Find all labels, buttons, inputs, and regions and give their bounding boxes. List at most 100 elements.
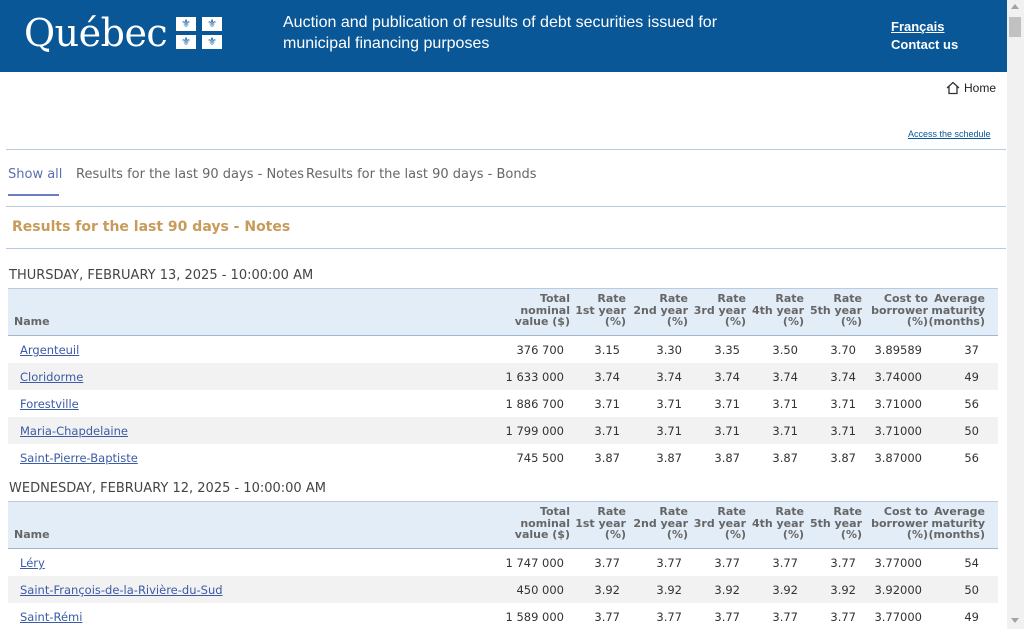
table-row: Maria-Chapdelaine 1 799 000 3.71 3.71 3.71 3.… [8,417,998,444]
schedule-link[interactable]: Access the schedule [908,129,991,139]
column-header-r3: Rate 3rd year (%) [694,293,746,328]
house-icon [946,81,960,95]
table-row: Léry 1 747 000 3.77 3.77 3.77 3.77 3.77 3.77000… [8,549,998,576]
cell-avg: 37 [964,343,979,357]
vertical-scrollbar[interactable] [1007,0,1024,629]
column-header-avg: Average maturity (months) [928,506,985,541]
cell-r3: 3.35 [714,343,740,357]
cell-r3: 3.87 [714,451,740,465]
cell-r1: 3.71 [594,397,620,411]
cell-total: 745 500 [516,451,564,465]
cell-r5: 3.92 [830,583,856,597]
cell-r5: 3.74 [830,370,856,384]
divider [6,206,1006,207]
municipality-link[interactable]: Forestville [20,397,79,411]
column-header-line: (%) [782,315,804,328]
column-header-line: Rate [597,292,626,305]
cell-r4: 3.92 [772,583,798,597]
column-header-line: Cost to [883,505,928,518]
column-header-line: Rate [717,292,746,305]
cell-r1: 3.71 [594,424,620,438]
cell-avg: 49 [964,610,979,624]
column-header-line: (%) [906,315,928,328]
contact-link[interactable]: Contact us [891,36,958,54]
column-header-cost: Cost to borrower (%) [871,293,928,328]
home-link-label: Home [964,81,997,95]
quebec-logo[interactable]: Québec [24,11,168,55]
cell-total: 450 000 [516,583,564,597]
column-header-line: Rate [659,505,688,518]
table-header: Name Total nominal value ($) Rate 1st year (%)… [8,501,998,549]
column-header-line: Rate [833,292,862,305]
cell-total: 376 700 [516,343,564,357]
cell-cost: 3.71000 [874,424,922,438]
column-header-avg: Average maturity (months) [928,293,985,328]
auction-date: THURSDAY, FEBRUARY 13, 2025 - 10:00:00 A… [9,268,314,283]
table-row: Saint-François-de-la-Rivière-du-Sud 450 0… [8,576,998,603]
cell-r5: 3.77 [830,556,856,570]
cell-r1: 3.74 [594,370,620,384]
cell-avg: 49 [964,370,979,384]
column-header-r4: Rate 4th year (%) [752,506,804,541]
site-header: Québec ⚜ ⚜ ⚜ ⚜ Auction and publication o… [0,0,1007,72]
divider [6,149,1006,150]
scrollbar-thumb[interactable] [1009,17,1021,37]
cell-r3: 3.71 [714,397,740,411]
cell-cost: 3.71000 [874,397,922,411]
column-header-r1: Rate 1st year (%) [575,293,626,328]
cell-r2: 3.77 [656,610,682,624]
column-header-r2: Rate 2nd year (%) [633,293,688,328]
column-header-line: Average [934,292,985,305]
municipality-link[interactable]: Saint-Rémi [20,610,82,624]
active-tab-indicator [8,194,59,196]
tab-bonds[interactable]: Results for the last 90 days - Bonds [306,167,537,182]
column-header-line: (%) [666,315,688,328]
cell-r2: 3.77 [656,556,682,570]
cell-cost: 3.74000 [874,370,922,384]
cell-r1: 3.87 [594,451,620,465]
cell-r4: 3.77 [772,610,798,624]
municipality-link[interactable]: Saint-Pierre-Baptiste [20,451,138,465]
cell-r2: 3.71 [656,424,682,438]
header-links: Français Contact us [891,18,958,54]
table-row: Saint-Rémi 1 589 000 3.77 3.77 3.77 3.77 3.77 3… [8,603,998,630]
column-header-line: Total [539,505,570,518]
column-header-line: (%) [724,315,746,328]
tab-notes[interactable]: Results for the last 90 days - Notes [76,167,304,182]
home-link[interactable]: Home [946,81,996,95]
column-header-line: Cost to [883,292,928,305]
cell-cost: 3.77000 [874,610,922,624]
cell-r5: 3.71 [830,397,856,411]
column-header-line: Rate [659,292,688,305]
municipality-link[interactable]: Léry [20,556,45,570]
cell-avg: 50 [964,424,979,438]
cell-r4: 3.77 [772,556,798,570]
table-row: Argenteuil 376 700 3.15 3.30 3.35 3.50 3.70 3.8… [8,336,998,363]
column-header-line: (months) [928,315,985,328]
column-header-line: (months) [928,528,985,541]
scroll-up-arrow-icon[interactable] [1011,4,1019,9]
cell-cost: 3.87000 [874,451,922,465]
cell-r3: 3.74 [714,370,740,384]
cell-r2: 3.74 [656,370,682,384]
municipality-link[interactable]: Maria-Chapdelaine [20,424,128,438]
cell-total: 1 747 000 [505,556,564,570]
cell-r1: 3.77 [594,610,620,624]
column-header-line: Rate [597,505,626,518]
cell-cost: 3.77000 [874,556,922,570]
cell-r3: 3.92 [714,583,740,597]
column-header-r4: Rate 4th year (%) [752,293,804,328]
table-row: Saint-Pierre-Baptiste 745 500 3.87 3.87 3.87… [8,444,998,471]
cell-cost: 3.92000 [874,583,922,597]
cell-total: 1 799 000 [505,424,564,438]
municipality-link[interactable]: Saint-François-de-la-Rivière-du-Sud [20,583,223,597]
site-title: Auction and publication of results of de… [283,14,718,52]
cell-cost: 3.89589 [874,343,922,357]
municipality-link[interactable]: Cloridorme [20,370,83,384]
municipality-link[interactable]: Argenteuil [20,343,79,357]
scroll-down-arrow-icon[interactable] [1011,618,1019,623]
tab-show-all[interactable]: Show all [8,167,62,182]
language-link[interactable]: Français [891,18,958,36]
column-header-r2: Rate 2nd year (%) [633,506,688,541]
column-header-r5: Rate 5th year (%) [810,506,862,541]
